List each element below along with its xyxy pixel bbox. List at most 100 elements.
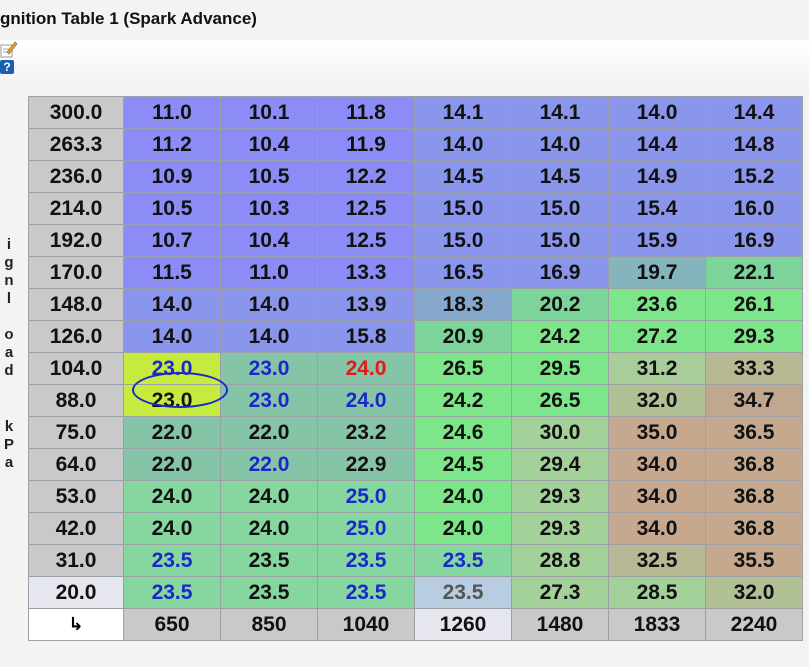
row-header-load[interactable]: 53.0 [28, 480, 124, 513]
table-cell[interactable]: 14.5 [414, 160, 512, 193]
table-cell[interactable]: 14.0 [220, 320, 318, 353]
table-cell[interactable]: 11.8 [317, 96, 415, 129]
table-cell[interactable]: 10.9 [123, 160, 221, 193]
table-cell[interactable]: 15.2 [705, 160, 803, 193]
table-cell[interactable]: 24.0 [317, 352, 415, 385]
table-cell[interactable]: 15.0 [511, 192, 609, 225]
table-cell[interactable]: 23.5 [317, 576, 415, 609]
axis-swap-icon[interactable]: ↳ [28, 608, 124, 641]
table-cell[interactable]: 14.5 [511, 160, 609, 193]
row-header-load[interactable]: 20.0 [28, 576, 124, 609]
table-cell[interactable]: 15.0 [511, 224, 609, 257]
table-cell[interactable]: 32.0 [608, 384, 706, 417]
table-cell[interactable]: 24.5 [414, 448, 512, 481]
row-header-load[interactable]: 64.0 [28, 448, 124, 481]
row-header-load[interactable]: 88.0 [28, 384, 124, 417]
table-cell[interactable]: 23.6 [608, 288, 706, 321]
table-cell[interactable]: 23.5 [220, 544, 318, 577]
table-cell[interactable]: 24.0 [317, 384, 415, 417]
row-header-load[interactable]: 148.0 [28, 288, 124, 321]
table-cell[interactable]: 26.5 [511, 384, 609, 417]
table-cell[interactable]: 10.5 [220, 160, 318, 193]
table-cell[interactable]: 25.0 [317, 480, 415, 513]
table-cell[interactable]: 33.3 [705, 352, 803, 385]
table-cell[interactable]: 10.5 [123, 192, 221, 225]
table-cell[interactable]: 12.5 [317, 192, 415, 225]
table-cell[interactable]: 14.4 [705, 96, 803, 129]
table-cell[interactable]: 34.7 [705, 384, 803, 417]
table-cell[interactable]: 24.0 [414, 480, 512, 513]
table-cell[interactable]: 11.5 [123, 256, 221, 289]
table-cell[interactable]: 24.0 [123, 480, 221, 513]
table-cell[interactable]: 10.4 [220, 224, 318, 257]
table-cell[interactable]: 35.0 [608, 416, 706, 449]
column-header-rpm[interactable]: 1040 [317, 608, 415, 641]
row-header-load[interactable]: 300.0 [28, 96, 124, 129]
table-cell[interactable]: 15.4 [608, 192, 706, 225]
table-cell[interactable]: 14.0 [414, 128, 512, 161]
row-header-load[interactable]: 236.0 [28, 160, 124, 193]
table-cell[interactable]: 29.4 [511, 448, 609, 481]
table-cell[interactable]: 10.7 [123, 224, 221, 257]
table-cell[interactable]: 23.0 [220, 352, 318, 385]
table-cell[interactable]: 22.9 [317, 448, 415, 481]
table-cell[interactable]: 14.4 [608, 128, 706, 161]
table-cell[interactable]: 36.8 [705, 480, 803, 513]
row-header-load[interactable]: 263.3 [28, 128, 124, 161]
table-cell[interactable]: 29.3 [705, 320, 803, 353]
table-cell[interactable]: 24.0 [414, 512, 512, 545]
table-cell[interactable]: 26.1 [705, 288, 803, 321]
edit-icon[interactable] [0, 40, 18, 58]
table-cell[interactable]: 32.0 [705, 576, 803, 609]
table-cell[interactable]: 14.0 [511, 128, 609, 161]
table-cell[interactable]: 31.2 [608, 352, 706, 385]
table-cell[interactable]: 11.2 [123, 128, 221, 161]
table-cell[interactable]: 16.9 [511, 256, 609, 289]
table-cell[interactable]: 14.8 [705, 128, 803, 161]
column-header-rpm[interactable]: 1480 [511, 608, 609, 641]
table-cell[interactable]: 27.2 [608, 320, 706, 353]
table-cell[interactable]: 19.7 [608, 256, 706, 289]
table-cell[interactable]: 24.2 [414, 384, 512, 417]
table-cell[interactable]: 30.0 [511, 416, 609, 449]
table-cell[interactable]: 23.0 [220, 384, 318, 417]
table-cell[interactable]: 10.1 [220, 96, 318, 129]
table-cell[interactable]: 36.8 [705, 448, 803, 481]
table-cell[interactable]: 11.0 [220, 256, 318, 289]
table-cell[interactable]: 34.0 [608, 480, 706, 513]
table-cell[interactable]: 20.9 [414, 320, 512, 353]
table-cell[interactable]: 18.3 [414, 288, 512, 321]
table-cell[interactable]: 10.3 [220, 192, 318, 225]
table-cell[interactable]: 23.5 [123, 544, 221, 577]
table-cell[interactable]: 28.8 [511, 544, 609, 577]
table-cell[interactable]: 22.1 [705, 256, 803, 289]
table-cell[interactable]: 34.0 [608, 448, 706, 481]
table-cell[interactable]: 32.5 [608, 544, 706, 577]
table-cell[interactable]: 13.9 [317, 288, 415, 321]
row-header-load[interactable]: 75.0 [28, 416, 124, 449]
table-cell[interactable]: 14.1 [414, 96, 512, 129]
table-cell[interactable]: 22.0 [123, 448, 221, 481]
table-cell[interactable]: 16.0 [705, 192, 803, 225]
column-header-rpm[interactable]: 1833 [608, 608, 706, 641]
table-cell[interactable]: 24.0 [220, 480, 318, 513]
table-cell[interactable]: 14.0 [220, 288, 318, 321]
table-cell[interactable]: 28.5 [608, 576, 706, 609]
table-cell[interactable]: 22.0 [220, 448, 318, 481]
table-cell[interactable]: 16.5 [414, 256, 512, 289]
table-cell[interactable]: 15.0 [414, 192, 512, 225]
table-cell[interactable]: 14.0 [123, 288, 221, 321]
table-cell[interactable]: 23.5 [220, 576, 318, 609]
table-cell[interactable]: 12.5 [317, 224, 415, 257]
table-cell[interactable]: 23.5 [414, 576, 512, 609]
table-cell[interactable]: 16.9 [705, 224, 803, 257]
table-cell[interactable]: 15.0 [414, 224, 512, 257]
row-header-load[interactable]: 126.0 [28, 320, 124, 353]
column-header-rpm[interactable]: 650 [123, 608, 221, 641]
table-cell[interactable]: 23.2 [317, 416, 415, 449]
table-cell[interactable]: 10.4 [220, 128, 318, 161]
table-cell[interactable]: 14.0 [123, 320, 221, 353]
table-cell[interactable]: 24.6 [414, 416, 512, 449]
table-cell[interactable]: 34.0 [608, 512, 706, 545]
table-cell[interactable]: 23.0 [123, 384, 221, 417]
